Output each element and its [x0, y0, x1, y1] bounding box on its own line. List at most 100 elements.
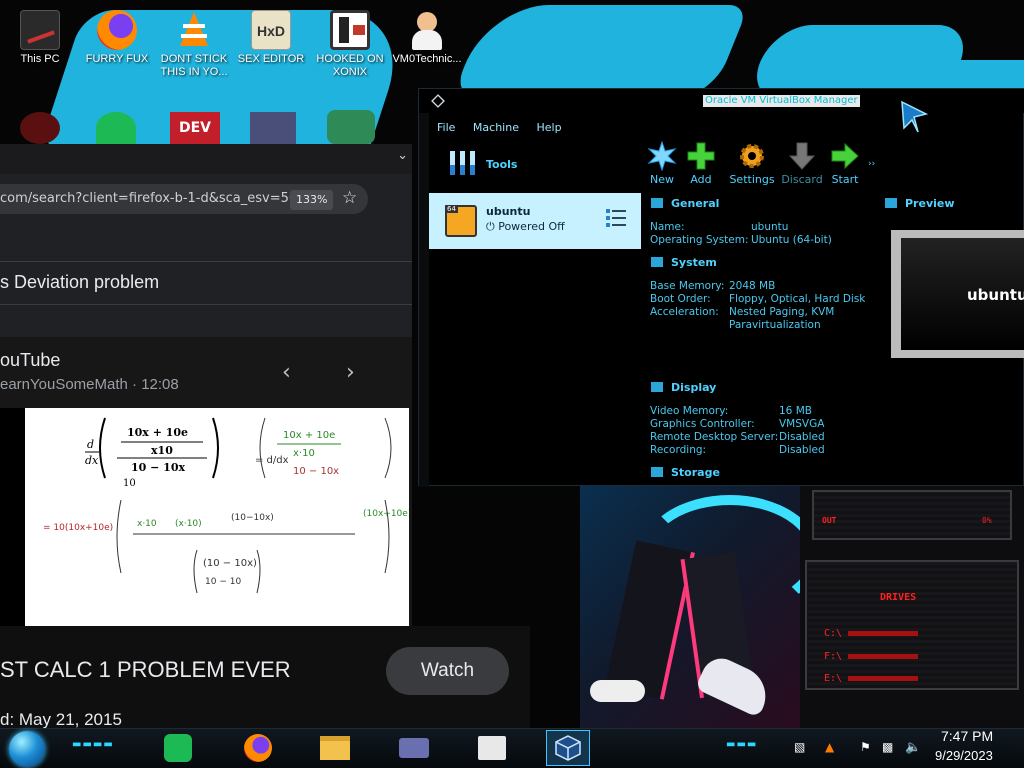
start-button[interactable]: [9, 731, 45, 767]
arch-badge: 64: [445, 205, 458, 213]
new-label: New: [650, 173, 674, 186]
start-label: Start: [831, 173, 859, 186]
taskbar-app-firefox[interactable]: [236, 730, 280, 766]
keyboard-icon[interactable]: ▧: [794, 740, 805, 754]
firefox-icon: [97, 10, 137, 50]
video-title[interactable]: ST CALC 1 PROBLEM EVER: [0, 657, 291, 683]
desktop-icon-this-pc[interactable]: This PC: [2, 2, 78, 66]
hxd-editor-icon: HxD: [251, 10, 291, 50]
partial-desktop-icon[interactable]: [327, 110, 375, 144]
section-storage[interactable]: Storage: [651, 466, 720, 479]
kv-label: Graphics Controller:: [650, 418, 755, 430]
url-text: com/search?client=firefox-b-1-d&sca_esv=…: [0, 191, 298, 206]
kv-value: Nested Paging, KVM: [729, 306, 835, 318]
desktop-icon-label: SEX EDITOR: [237, 53, 305, 65]
section-system[interactable]: System: [651, 256, 717, 269]
kv-label: Boot Order:: [650, 293, 711, 305]
clock-date[interactable]: 9/29/2023: [935, 748, 993, 763]
section-preview[interactable]: Preview: [885, 197, 955, 210]
list-icon: [478, 736, 506, 760]
settings-icon: [729, 139, 775, 173]
desktop-icon-label: HOOKED ON XONIX: [316, 53, 384, 78]
display-icon: [651, 382, 663, 392]
section-general[interactable]: General: [651, 197, 719, 210]
desktop-icon-sex-editor[interactable]: HxD SEX EDITOR: [233, 2, 309, 66]
desktop-icon-xonix[interactable]: HOOKED ON XONIX: [312, 2, 388, 79]
wallpaper-shape: [450, 5, 750, 100]
video-channel-duration: earnYouSomeMath · 12:08: [0, 376, 179, 393]
flag-icon[interactable]: ⚑: [860, 740, 871, 754]
taskbar-decoration: ▬▬▬▬: [72, 739, 114, 750]
virtualbox-app-icon: [431, 94, 445, 108]
taskbar-app-file-explorer[interactable]: [313, 730, 357, 766]
partial-desktop-icon[interactable]: [250, 112, 296, 144]
previous-arrow-icon[interactable]: ‹: [282, 360, 291, 385]
bookmark-star-icon[interactable]: ☆: [342, 188, 357, 208]
hud-drive: E:\: [824, 673, 843, 684]
hud-drive: C:\: [824, 628, 843, 639]
taskbar-app-task-manager[interactable]: [470, 730, 514, 766]
svg-text:10 − 10: 10 − 10: [205, 577, 241, 587]
taskbar-app-virtualbox[interactable]: [546, 730, 590, 766]
virtualbox-icon: [555, 735, 581, 761]
start-button[interactable]: Start: [822, 139, 868, 186]
partial-dev-icon[interactable]: DEV: [170, 112, 220, 144]
watch-button[interactable]: Watch: [386, 647, 509, 695]
kv-value: 16 MB: [779, 405, 812, 417]
svg-text:x·10: x·10: [293, 448, 315, 459]
search-result-heading[interactable]: s Deviation problem: [0, 272, 159, 293]
add-button[interactable]: Add: [678, 139, 724, 186]
section-title: Display: [671, 381, 717, 394]
section-title: System: [671, 256, 717, 269]
toolbar-overflow-icon[interactable]: ››: [868, 159, 875, 169]
vbox-window-title: Oracle VM VirtualBox Manager: [703, 95, 860, 107]
kv-value: Ubuntu (64-bit): [751, 234, 832, 246]
discard-icon: [779, 139, 825, 173]
desktop-icon-furry-fux[interactable]: FURRY FUX: [79, 2, 155, 66]
menu-machine[interactable]: Machine: [473, 121, 519, 134]
vm-list-item-ubuntu[interactable]: 64 ubuntu ⏻ Powered Off: [429, 193, 641, 249]
volume-icon[interactable]: 🔈: [905, 740, 921, 755]
zoom-indicator[interactable]: 133%: [290, 190, 334, 210]
svg-text:(10−10x): (10−10x): [231, 513, 274, 523]
desktop-icon-dont-stick[interactable]: DONT STICK THIS IN YO...: [156, 2, 232, 79]
svg-text:d: d: [87, 438, 94, 451]
divider: [0, 304, 412, 305]
menu-help[interactable]: Help: [536, 121, 561, 134]
tools-icon: [450, 151, 475, 175]
desktop-icon-label: FURRY FUX: [85, 53, 149, 65]
desktop-icon-label: DONT STICK THIS IN YO...: [160, 53, 228, 78]
taskbar-app-cards[interactable]: [392, 730, 436, 766]
wallpaper-art: [580, 485, 800, 730]
kv-value: 2048 MB: [729, 280, 776, 292]
desktop-icon-vm0technic[interactable]: VM0Technic...: [389, 2, 465, 66]
chevron-down-icon[interactable]: ⌄: [397, 148, 408, 163]
vbox-titlebar[interactable]: Oracle VM VirtualBox Manager: [419, 89, 1024, 113]
network-icon[interactable]: ▩: [882, 740, 893, 754]
menu-file[interactable]: File: [437, 121, 455, 134]
kv-value: Paravirtualization: [729, 319, 821, 331]
kv-label: Recording:: [650, 444, 707, 456]
discard-button[interactable]: Discard: [779, 139, 825, 186]
svg-text:10x + 10e: 10x + 10e: [127, 426, 188, 439]
vm-details-menu-icon[interactable]: [605, 207, 627, 229]
settings-button[interactable]: Settings: [729, 139, 775, 186]
svg-text:(10x+10e): (10x+10e): [363, 509, 409, 519]
xonix-game-icon: [330, 10, 370, 50]
partial-spotify-icon[interactable]: [96, 112, 136, 144]
svg-text:= 10(10x+10e): = 10(10x+10e): [43, 523, 113, 533]
kv-value: Floppy, Optical, Hard Disk: [729, 293, 866, 305]
add-icon: [678, 139, 724, 173]
next-arrow-icon[interactable]: ›: [346, 360, 355, 385]
math-whiteboard-image: d dx 10x + 10e x10 10 − 10x 10 = d/dx 10…: [43, 417, 409, 594]
taskbar-app-spotify[interactable]: [156, 730, 200, 766]
svg-text:x10: x10: [151, 444, 173, 457]
app-tray-icon[interactable]: ▲: [825, 740, 834, 754]
browser-titlebar[interactable]: ⌄: [0, 144, 412, 174]
vm-state-text: Powered Off: [498, 220, 565, 233]
video-thumbnail[interactable]: d dx 10x + 10e x10 10 − 10x 10 = d/dx 10…: [25, 408, 409, 626]
discard-label: Discard: [781, 173, 823, 186]
partial-desktop-icon[interactable]: [20, 112, 60, 144]
section-display[interactable]: Display: [651, 381, 716, 394]
clock-time[interactable]: 7:47 PM: [941, 728, 993, 744]
